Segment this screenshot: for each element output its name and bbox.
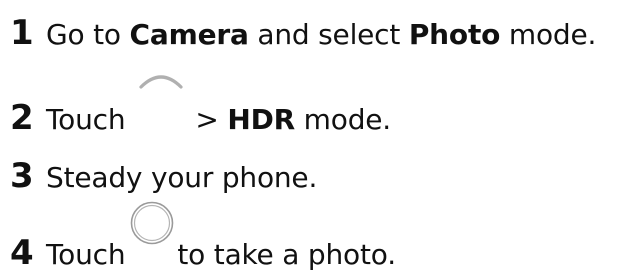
step-3: 3 Steady your phone. [0,158,317,196]
step-text: Touch [46,238,126,271]
step-text: Touch [46,103,126,136]
shutter-button-icon [129,201,175,264]
step-2: 2 Touch > HDR mode. [0,75,392,138]
step-number: 3 [10,156,34,196]
step-number: 1 [10,13,34,53]
camera-app-name: Camera [129,18,249,51]
chevron-up-icon [133,75,189,129]
step-text: and select [248,18,409,51]
step-4: 4 Touch to take a photo. [0,201,396,273]
step-text: > [195,103,228,136]
step-text: Steady your phone. [46,161,318,194]
step-number: 2 [10,98,34,138]
step-1: 1 Go to Camera and select Photo mode. [0,15,596,53]
step-text: mode. [294,103,392,136]
hdr-mode-name: HDR [227,103,295,136]
step-text: to take a photo. [177,238,396,271]
step-number: 4 [10,233,34,273]
step-text: mode. [500,18,597,51]
photo-mode-name: Photo [408,18,501,51]
step-text: Go to [46,18,130,51]
